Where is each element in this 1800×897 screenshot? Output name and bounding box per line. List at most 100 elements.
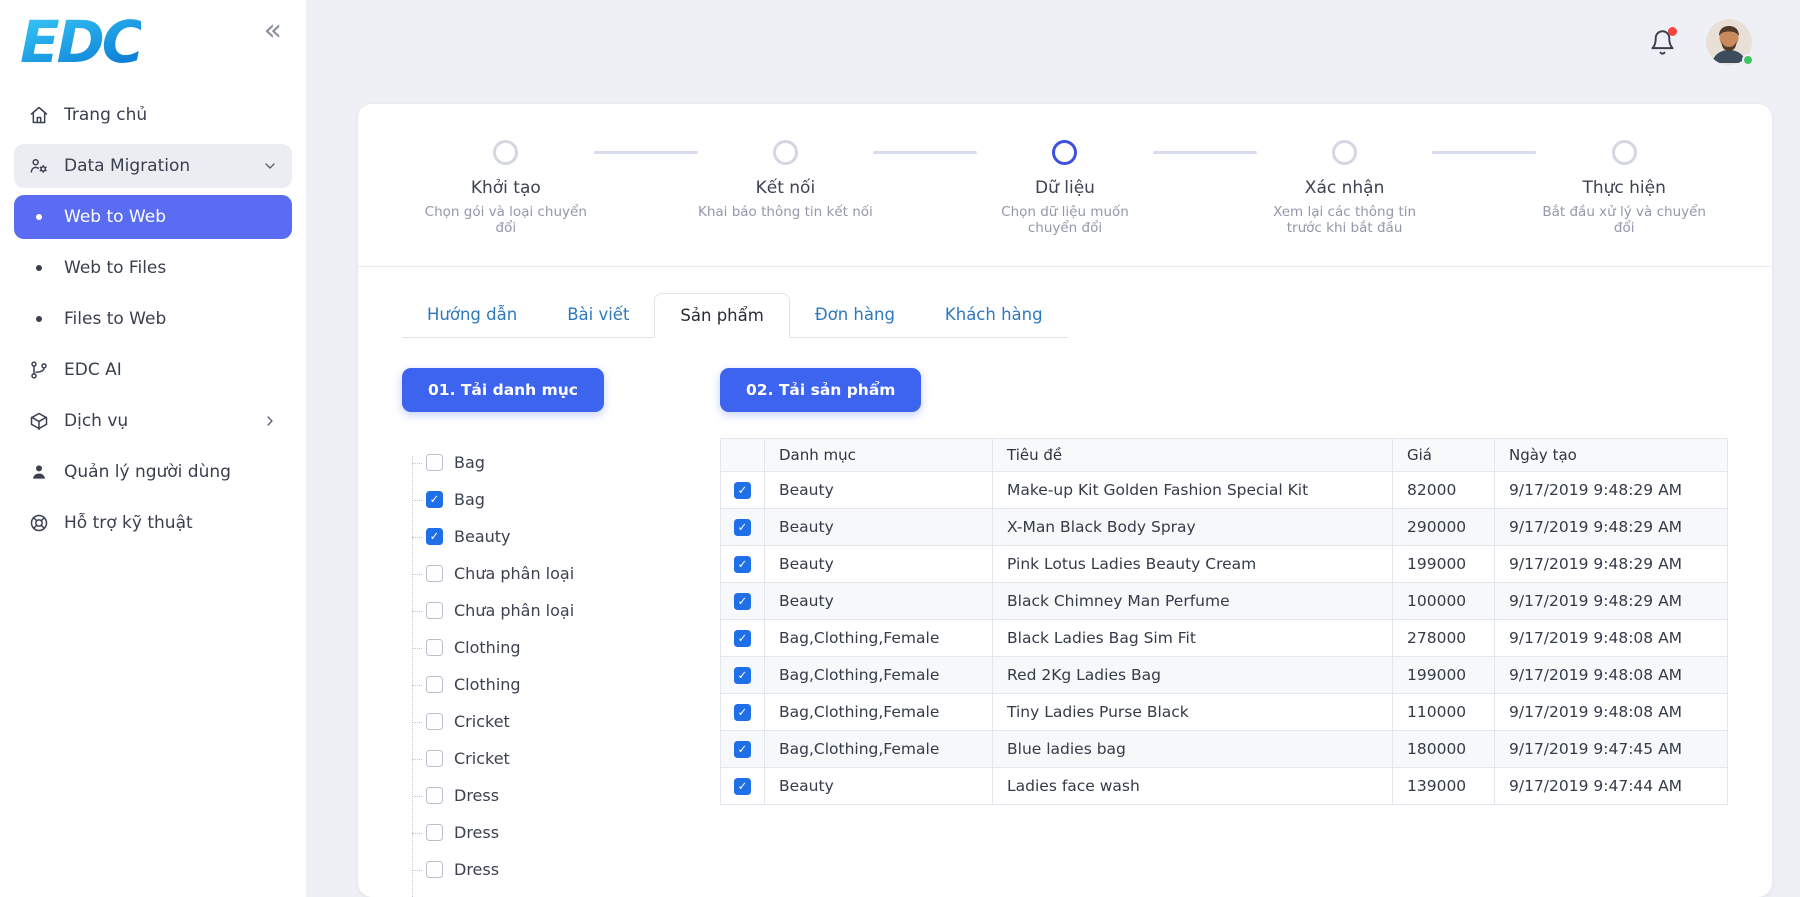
sidebar-item-label: Hỗ trợ kỹ thuật [64,513,193,533]
tree-item[interactable]: Bag [402,444,702,481]
row-checkbox[interactable] [734,519,751,536]
step-connector [1153,151,1257,154]
step-ket-noi[interactable]: Kết nối Khai báo thông tin kết nối [698,140,874,220]
category-label: Beauty [454,527,511,546]
category-label: Bag [454,490,485,509]
tab-khach-hang[interactable]: Khách hàng [920,293,1068,337]
tree-item[interactable]: Chưa phân loại [402,555,702,592]
sidebar-item-web-to-web[interactable]: Web to Web [14,195,292,239]
load-products-button[interactable]: 02. Tải sản phẩm [720,368,921,412]
category-checkbox[interactable] [426,602,443,619]
products-panel: 02. Tải sản phẩm Danh mục Tiêu đề Giá Ng… [720,368,1728,897]
category-checkbox[interactable] [426,565,443,582]
category-label: Clothing [454,638,521,657]
sidebar-item-files-to-web[interactable]: Files to Web [14,297,292,341]
edc-logo[interactable]: EDC [20,12,141,73]
cell-category: Bag,Clothing,Female [765,694,993,731]
cell-date: 9/17/2019 9:48:29 AM [1495,583,1728,620]
cell-price: 139000 [1393,768,1495,805]
sidebar-item-dich-vu[interactable]: Dịch vụ [14,399,292,443]
category-checkbox[interactable] [426,861,443,878]
sidebar-nav: Trang chủ Data Migration Web to Web Web … [14,93,292,545]
load-categories-button[interactable]: 01. Tải danh mục [402,368,604,412]
logo-row: EDC « [14,10,292,83]
cell-title: Make-up Kit Golden Fashion Special Kit [993,472,1393,509]
step-thuc-hien[interactable]: Thực hiện Bắt đầu xử lý và chuyển đổi [1536,140,1712,236]
category-checkbox[interactable] [426,750,443,767]
tree-item[interactable]: Beauty [402,518,702,555]
category-label: Clothing [454,675,521,694]
sidebar-item-trang-chu[interactable]: Trang chủ [14,93,292,137]
step-connector [873,151,977,154]
sidebar-item-label: Data Migration [64,156,190,176]
step-subtitle: Bắt đầu xử lý và chuyển đổi [1536,204,1712,236]
tab-huong-dan[interactable]: Hướng dẫn [402,293,542,337]
row-checkbox[interactable] [734,630,751,647]
tree-item[interactable]: Clothing [402,666,702,703]
step-xac-nhan[interactable]: Xác nhận Xem lại các thông tin trước khi… [1257,140,1433,236]
category-checkbox[interactable] [426,639,443,656]
sidebar-item-quan-ly-nguoi-dung[interactable]: Quản lý người dùng [14,450,292,494]
home-icon [28,105,50,125]
tree-item[interactable]: Clothing [402,629,702,666]
sidebar-item-edc-ai[interactable]: EDC AI [14,348,292,392]
cell-date: 9/17/2019 9:48:08 AM [1495,657,1728,694]
category-checkbox[interactable] [426,676,443,693]
step-circle [773,140,798,165]
tree-item[interactable]: Dress [402,814,702,851]
row-checkbox[interactable] [734,667,751,684]
cell-price: 100000 [1393,583,1495,620]
row-checkbox[interactable] [734,704,751,721]
row-checkbox[interactable] [734,556,751,573]
tree-item[interactable]: Electronics [402,888,702,897]
bullet-icon [28,316,50,322]
tab-san-pham[interactable]: Sản phẩm [654,293,789,338]
tree-item[interactable]: Cricket [402,703,702,740]
tree-item[interactable]: Dress [402,851,702,888]
category-tree: Bag Bag Beauty Chưa phân loại [402,444,702,897]
row-checkbox[interactable] [734,741,751,758]
tab-don-hang[interactable]: Đơn hàng [790,293,920,337]
category-checkbox[interactable] [426,454,443,471]
step-circle [493,140,518,165]
category-checkbox[interactable] [426,824,443,841]
table-row: Beauty Pink Lotus Ladies Beauty Cream 19… [721,546,1728,583]
tree-item[interactable]: Dress [402,777,702,814]
tree-item[interactable]: Cricket [402,740,702,777]
category-label: Dress [454,823,499,842]
category-checkbox[interactable] [426,713,443,730]
category-checkbox[interactable] [426,787,443,804]
step-khoi-tao[interactable]: Khởi tạo Chọn gói và loại chuyển đổi [418,140,594,236]
notification-bell-icon[interactable] [1649,29,1676,56]
row-checkbox[interactable] [734,593,751,610]
sidebar-item-web-to-files[interactable]: Web to Files [14,246,292,290]
sidebar-item-data-migration[interactable]: Data Migration [14,144,292,188]
category-checkbox[interactable] [426,491,443,508]
row-checkbox[interactable] [734,482,751,499]
cell-title: X-Man Black Body Spray [993,509,1393,546]
step-du-lieu[interactable]: Dữ liệu Chọn dữ liệu muốn chuyển đổi [977,140,1153,236]
step-title: Thực hiện [1536,178,1712,198]
sidebar-item-ho-tro-ky-thuat[interactable]: Hỗ trợ kỹ thuật [14,501,292,545]
sidebar-item-label: Quản lý người dùng [64,462,231,482]
user-icon [28,462,50,482]
cell-title: Blue ladies bag [993,731,1393,768]
collapse-sidebar-icon[interactable]: « [264,16,282,46]
cell-date: 9/17/2019 9:48:29 AM [1495,509,1728,546]
chevron-right-icon [262,413,278,429]
cell-title: Black Chimney Man Perfume [993,583,1393,620]
step-subtitle: Chọn gói và loại chuyển đổi [418,204,594,236]
row-checkbox[interactable] [734,778,751,795]
step-title: Kết nối [698,178,874,198]
avatar[interactable] [1706,19,1752,65]
category-checkbox[interactable] [426,528,443,545]
table-header-row: Danh mục Tiêu đề Giá Ngày tạo [721,439,1728,472]
topbar [306,0,1800,84]
tree-item[interactable]: Bag [402,481,702,518]
table-row: Beauty Make-up Kit Golden Fashion Specia… [721,472,1728,509]
tree-item[interactable]: Chưa phân loại [402,592,702,629]
step-connector [594,151,698,154]
tab-bai-viet[interactable]: Bài viết [542,293,654,337]
table-row: Bag,Clothing,Female Blue ladies bag 1800… [721,731,1728,768]
categories-panel: 01. Tải danh mục Bag Bag Beauty [402,368,702,897]
